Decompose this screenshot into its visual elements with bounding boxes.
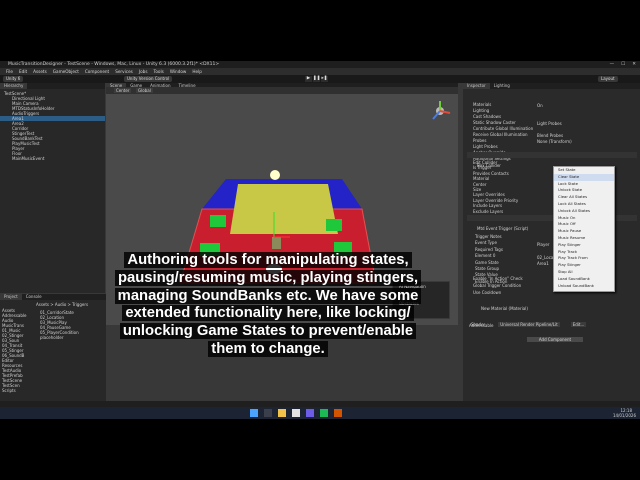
dropdown-option[interactable]: Play Stinger — [554, 262, 614, 269]
menu-tools[interactable]: Tools — [154, 69, 164, 74]
menu-bar: File Edit Assets GameObject Component Se… — [0, 68, 640, 75]
mesh-renderer-section: Materials Lighting Cast Shadows On Static Sh… — [467, 91, 637, 161]
subtitle-caption: Authoring tools for manipulating states,… — [98, 252, 438, 359]
hierarchy-panel: Hierarchy TestScene* Directional Light Mai… — [0, 83, 105, 293]
maximize-button[interactable]: ☐ — [621, 62, 625, 67]
tab-project[interactable]: Project — [0, 294, 22, 300]
menu-gameobject[interactable]: GameObject — [53, 69, 79, 74]
player-object — [272, 237, 281, 249]
hierarchy-list: TestScene* Directional Light Main Camera MT… — [0, 91, 105, 161]
menu-window[interactable]: Window — [170, 69, 187, 74]
project-panel: Project Console Assets > Audio > Trigger… — [0, 294, 106, 401]
dropdown-option[interactable]: Unlock State — [554, 187, 614, 194]
play-button[interactable]: ▶ — [305, 76, 312, 82]
dropdown-option[interactable]: Stop All — [554, 269, 614, 276]
box-collider-header[interactable]: Box Collider — [467, 152, 637, 168]
start-icon[interactable] — [250, 409, 258, 417]
add-component-button[interactable]: Add Component — [527, 337, 583, 342]
menu-help[interactable]: Help — [192, 69, 202, 74]
light-gizmo-icon — [270, 170, 280, 180]
edit-shader-button[interactable]: Edit... — [570, 322, 587, 327]
caption-line: pausing/resuming music, playing stingers… — [114, 269, 422, 286]
menu-edit[interactable]: Edit — [19, 69, 27, 74]
layout-dropdown[interactable]: Layout — [598, 76, 618, 82]
version-control-button[interactable]: Unity Version Control — [124, 76, 173, 82]
dropdown-option[interactable]: Play Track From — [554, 255, 614, 262]
unity-account-button[interactable]: Unity 6 — [3, 76, 24, 82]
inspector-row: Additional Settings — [467, 145, 637, 161]
caption-line: extended functionality here, like lockin… — [122, 305, 414, 322]
caption-line: unlocking Game States to prevent/enable — [119, 323, 417, 340]
dropdown-option[interactable]: Music Off — [554, 221, 614, 228]
search-icon[interactable] — [264, 409, 272, 417]
folder-icon[interactable] — [278, 409, 286, 417]
green-trigger — [326, 219, 342, 231]
title-bar: MusicTransitionDesigner - TestScene - Wi… — [0, 61, 640, 68]
dropdown-option[interactable]: Lock State — [554, 181, 614, 188]
addressable-label: Addressable — [469, 323, 494, 328]
unity-editor-window: MusicTransitionDesigner - TestScene - Wi… — [0, 61, 640, 419]
project-breadcrumb[interactable]: Assets > Audio > Triggers — [36, 302, 88, 307]
project-file[interactable]: placeholder — [40, 335, 104, 340]
dropdown-option[interactable]: Lock All States — [554, 201, 614, 208]
caption-line: them to change. — [208, 340, 328, 357]
dropdown-option[interactable]: Unload SoundBank — [554, 283, 614, 290]
shader-dropdown[interactable]: Universal Render Pipeline/Lit — [498, 322, 560, 327]
project-files: 01_CorridorState 02_Location 03_MusicPlay 0… — [40, 310, 104, 340]
dropdown-option[interactable]: Play Track — [554, 249, 614, 256]
yellow-area — [230, 184, 338, 234]
tab-hierarchy[interactable]: Hierarchy — [0, 83, 28, 89]
trigger-row-value[interactable]: Player — [537, 242, 549, 247]
dropdown-option[interactable]: Play Stinger — [554, 242, 614, 249]
dropdown-option[interactable]: Clear State — [554, 173, 614, 181]
project-tree: Assets Addressable Audio MusicTrans 01_Music… — [2, 308, 36, 393]
spotify-icon[interactable] — [320, 409, 328, 417]
inspector-row-value[interactable]: Light Probes — [537, 121, 562, 126]
trigger-row-value[interactable]: Area1 — [537, 261, 549, 266]
menu-assets[interactable]: Assets — [33, 69, 47, 74]
menu-services[interactable]: Services — [115, 69, 133, 74]
dropdown-option[interactable]: Load SoundBank — [554, 276, 614, 283]
unity-icon[interactable] — [292, 409, 300, 417]
dropdown-option[interactable]: Set State — [554, 167, 614, 174]
event-type-dropdown-menu: Set State Clear State Lock State Unlock Sta… — [553, 166, 615, 292]
menu-component[interactable]: Component — [85, 69, 109, 74]
dropdown-option[interactable]: Music Pause — [554, 228, 614, 235]
close-button[interactable]: ✕ — [632, 62, 636, 67]
dropdown-option[interactable]: Music Resume — [554, 235, 614, 242]
step-button[interactable]: ▸❚ — [321, 76, 328, 82]
pause-button[interactable]: ❚❚ — [313, 76, 321, 82]
main-toolbar: Unity 6 Unity Version Control ▶ ❚❚ ▸❚ La… — [0, 75, 640, 83]
caption-line: Authoring tools for manipulating states, — [124, 252, 412, 268]
dropdown-option[interactable]: Unlock All States — [554, 208, 614, 215]
clock-date: 14/01/2026 — [612, 413, 636, 418]
green-trigger — [210, 215, 226, 227]
dropdown-option[interactable]: Clear All States — [554, 194, 614, 201]
hierarchy-item[interactable]: MainMusicEvent — [0, 156, 105, 161]
dropdown-option[interactable]: Music On — [554, 215, 614, 222]
os-taskbar: 12:18 14/01/2026 — [0, 407, 640, 419]
inspector-row-value[interactable]: On — [537, 103, 543, 108]
inspector-row-value[interactable]: Blend Probes — [537, 133, 563, 138]
app-icon[interactable] — [334, 409, 342, 417]
tab-inspector[interactable]: Inspector — [463, 83, 490, 89]
menu-file[interactable]: File — [6, 69, 13, 74]
caption-line: managing SoundBanks etc. We have some — [114, 287, 422, 304]
tab-lighting[interactable]: Lighting — [490, 83, 514, 89]
minimize-button[interactable]: — — [610, 62, 615, 67]
window-title: MusicTransitionDesigner - TestScene - Wi… — [8, 62, 220, 67]
tab-console[interactable]: Console — [22, 294, 46, 300]
scene-gizmo-icon[interactable] — [428, 99, 452, 123]
app-icon[interactable] — [306, 409, 314, 417]
material-block: New Material (Material) Shader Universal… — [467, 306, 637, 327]
inspector-row-value[interactable]: None (Transform) — [537, 139, 572, 144]
project-folder[interactable]: Scripts — [2, 388, 36, 393]
menu-jobs[interactable]: Jobs — [139, 69, 148, 74]
